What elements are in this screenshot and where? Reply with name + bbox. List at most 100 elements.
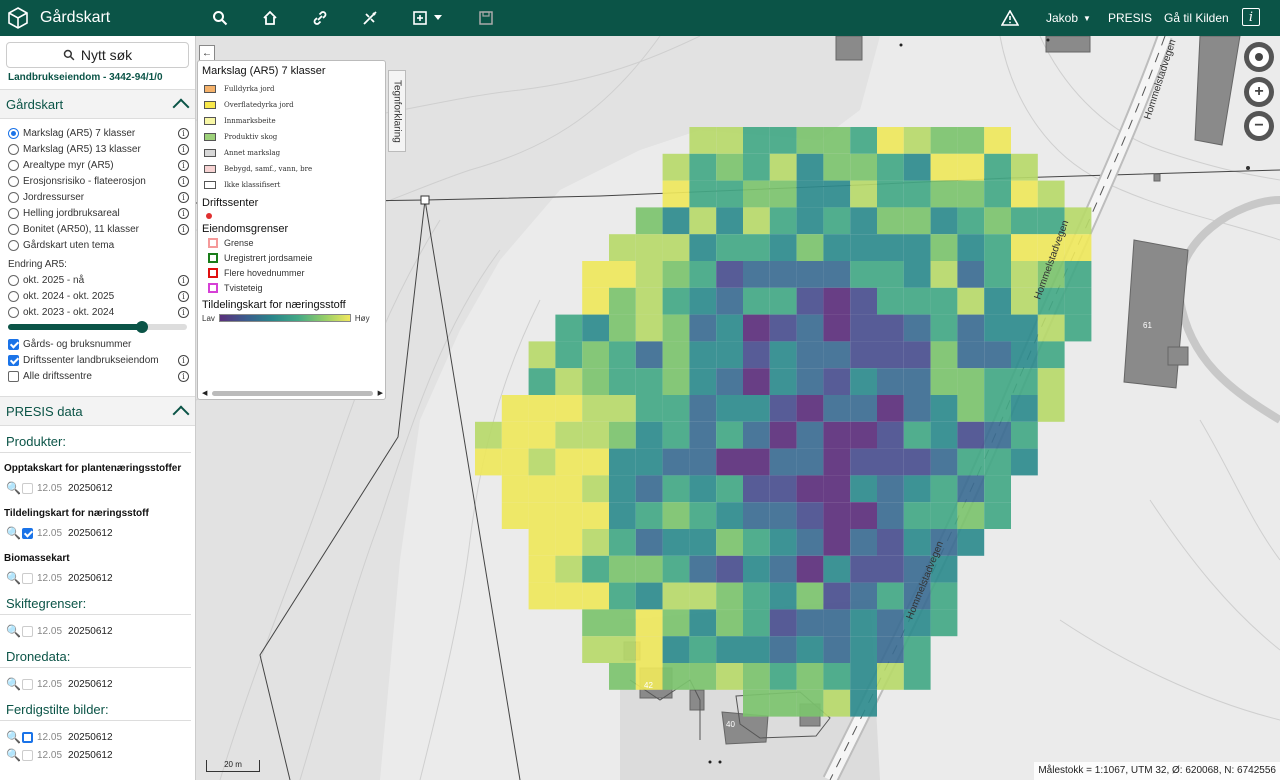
change-option[interactable]: okt. 2025 - nå i xyxy=(0,272,195,288)
info-icon[interactable]: i xyxy=(178,159,189,171)
theme-option[interactable]: Jordressurser i xyxy=(0,189,195,205)
slider-thumb[interactable] xyxy=(136,321,149,333)
radio[interactable] xyxy=(8,274,19,286)
collapse-legend-button[interactable]: ← xyxy=(199,45,215,61)
info-icon[interactable]: i xyxy=(178,143,189,155)
checkbox[interactable] xyxy=(22,527,33,539)
product-row[interactable]: 🔍 12.05 20250612 xyxy=(0,568,195,588)
check-option[interactable]: Driftssenter landbrukseiendom i xyxy=(0,352,195,368)
heatmap-cell xyxy=(582,261,609,288)
scroll-left-icon[interactable]: ◀ xyxy=(202,389,207,397)
radio[interactable] xyxy=(8,306,19,318)
legend-scrollbar[interactable]: ◀ ▶ xyxy=(202,389,383,397)
info-icon[interactable]: i xyxy=(178,290,189,302)
radio[interactable] xyxy=(8,191,19,203)
info-icon[interactable]: i xyxy=(178,274,189,286)
heatmap-cell xyxy=(957,341,985,369)
zoom-to-icon[interactable]: 🔍 xyxy=(6,730,21,744)
product-row[interactable]: 🔍 12.05 20250612 xyxy=(0,621,195,641)
info-icon[interactable]: i xyxy=(178,223,189,235)
info-icon[interactable]: i xyxy=(178,306,189,318)
product-row[interactable]: 🔍 12.05 20250612 xyxy=(0,478,195,498)
gradient-row: Lav Høy xyxy=(202,311,381,325)
radio[interactable] xyxy=(8,239,19,251)
heatmap-cell xyxy=(662,609,690,637)
info-icon[interactable]: i xyxy=(178,354,189,366)
check-option[interactable]: Alle driftssentre i xyxy=(0,368,195,384)
radio[interactable] xyxy=(8,159,19,171)
checkbox[interactable] xyxy=(22,731,33,743)
radio[interactable] xyxy=(8,223,19,235)
theme-option[interactable]: Bonitet (AR50), 11 klasser i xyxy=(0,221,195,237)
checkbox[interactable] xyxy=(8,354,19,366)
checkbox[interactable] xyxy=(22,572,33,584)
product-row[interactable]: 🔍 12.05 20250612 xyxy=(0,747,195,763)
checkbox[interactable] xyxy=(22,749,33,761)
product-row[interactable]: 🔍 12.05 20250612 xyxy=(0,727,195,747)
info-icon[interactable]: i xyxy=(1242,8,1260,26)
checkbox[interactable] xyxy=(8,338,19,350)
save-icon[interactable] xyxy=(476,8,496,28)
link-icon[interactable] xyxy=(310,8,330,28)
zoom-to-icon[interactable]: 🔍 xyxy=(6,677,21,691)
search-icon[interactable] xyxy=(210,8,230,28)
zoom-to-icon[interactable]: 🔍 xyxy=(6,571,21,585)
theme-option[interactable]: Erosjonsrisiko - flateerosjon i xyxy=(0,173,195,189)
change-option[interactable]: okt. 2024 - okt. 2025 i xyxy=(0,288,195,304)
heatmap-cell xyxy=(984,261,1011,288)
locate-button[interactable] xyxy=(1244,42,1274,72)
heatmap-cell xyxy=(769,475,797,503)
theme-option[interactable]: Arealtype myr (AR5) i xyxy=(0,157,195,173)
measure-tools-icon[interactable] xyxy=(360,8,380,28)
arrow-left-icon: ← xyxy=(202,47,212,59)
checkbox[interactable] xyxy=(22,482,33,494)
zoom-out-button[interactable]: − xyxy=(1244,111,1274,141)
scroll-right-icon[interactable]: ▶ xyxy=(378,389,383,397)
checkbox[interactable] xyxy=(22,625,33,637)
radio[interactable] xyxy=(8,143,19,155)
zoom-to-icon[interactable]: 🔍 xyxy=(6,481,21,495)
kilden-link[interactable]: Gå til Kilden xyxy=(1164,0,1229,36)
heatmap-cell xyxy=(957,207,985,235)
zoom-to-icon[interactable]: 🔍 xyxy=(6,526,21,540)
home-icon[interactable] xyxy=(260,8,280,28)
info-icon[interactable]: i xyxy=(178,127,189,139)
heatmap-cell xyxy=(823,261,851,288)
check-option[interactable]: Gårds- og bruksnummer xyxy=(0,336,195,352)
scrollbar-thumb[interactable] xyxy=(212,391,373,396)
user-menu[interactable]: Jakob ▼ xyxy=(1046,0,1091,36)
zoom-in-button[interactable]: + xyxy=(1244,77,1274,107)
checkbox[interactable] xyxy=(8,370,19,382)
add-layer-dropdown-icon[interactable] xyxy=(410,8,446,28)
theme-option[interactable]: Markslag (AR5) 13 klasser i xyxy=(0,141,195,157)
info-icon[interactable]: i xyxy=(178,207,189,219)
legend-tab[interactable]: Tegnforklaring xyxy=(388,70,406,152)
theme-option[interactable]: Gårdskart uten tema xyxy=(0,237,195,253)
theme-option[interactable]: Markslag (AR5) 7 klasser i xyxy=(0,125,195,141)
precis-link[interactable]: PRESIS xyxy=(1108,0,1152,36)
theme-option[interactable]: Helling jordbruksareal i xyxy=(0,205,195,221)
radio[interactable] xyxy=(8,207,19,219)
presis-section-header[interactable]: PRESIS data xyxy=(0,396,195,426)
info-icon[interactable]: i xyxy=(178,175,189,187)
product-row[interactable]: 🔍 12.05 20250612 xyxy=(0,674,195,694)
radio[interactable] xyxy=(8,127,19,139)
zoom-to-icon[interactable]: 🔍 xyxy=(6,748,21,762)
radio[interactable] xyxy=(8,290,19,302)
gardskart-section-header[interactable]: Gårdskart xyxy=(0,89,195,119)
zoom-to-icon[interactable]: 🔍 xyxy=(6,624,21,638)
new-search-button[interactable]: Nytt søk xyxy=(6,42,189,68)
heatmap-cell xyxy=(850,663,877,690)
product-row[interactable]: 🔍 12.05 20250612 xyxy=(0,523,195,543)
change-option[interactable]: okt. 2023 - okt. 2024 i xyxy=(0,304,195,320)
brand[interactable]: Gårdskart xyxy=(0,6,200,30)
theme-label: Erosjonsrisiko - flateerosjon xyxy=(23,175,146,187)
checkbox[interactable] xyxy=(22,678,33,690)
info-icon[interactable]: i xyxy=(178,191,189,203)
property-link[interactable]: Landbrukseiendom - 3442-94/1/0 xyxy=(8,72,187,83)
heatmap-cell xyxy=(1037,314,1065,342)
opacity-slider[interactable] xyxy=(8,321,187,333)
radio[interactable] xyxy=(8,175,19,187)
info-icon[interactable]: i xyxy=(178,370,189,382)
warning-icon[interactable] xyxy=(1000,8,1020,28)
